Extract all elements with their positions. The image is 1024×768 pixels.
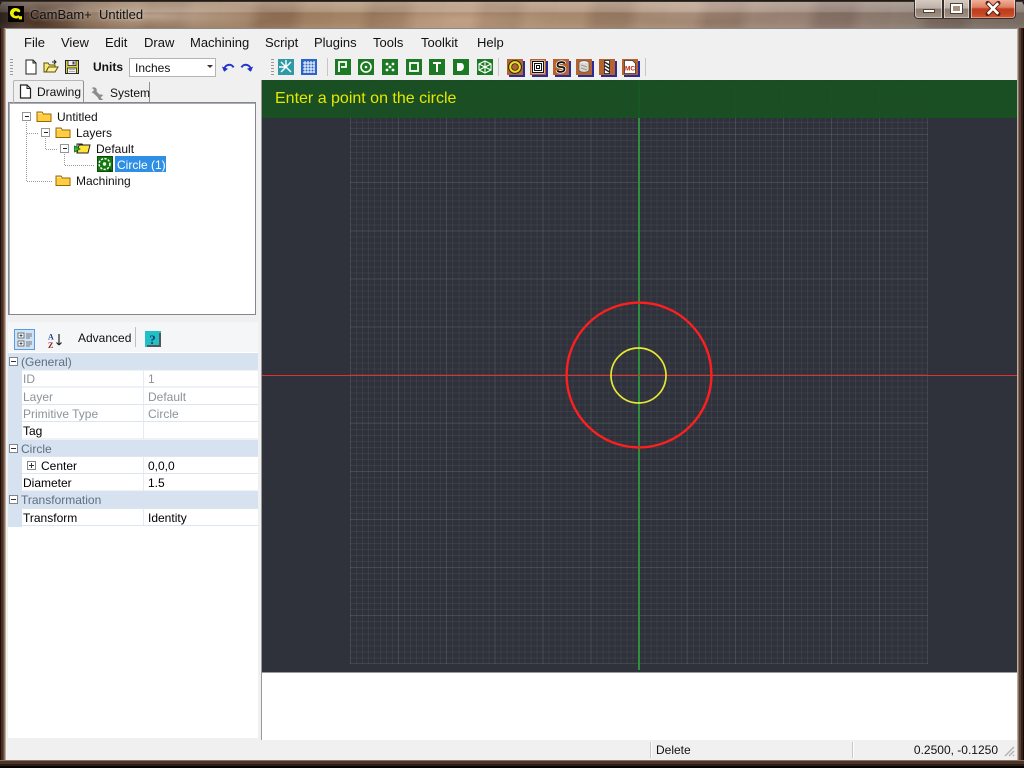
svg-text:Z: Z [48,341,53,349]
svg-text:?: ? [149,332,156,347]
svg-text:MC: MC [625,66,635,73]
